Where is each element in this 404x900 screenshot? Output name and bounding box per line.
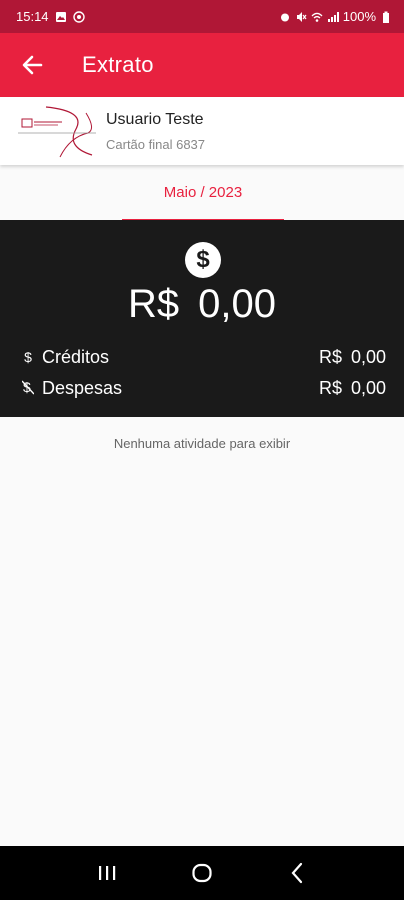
empty-state-message: Nenhuma atividade para exibir	[113, 436, 291, 451]
recent-apps-icon	[99, 866, 116, 880]
card-number: Cartão final 6837	[106, 136, 206, 152]
user-card: Usuario Teste Cartão final 6837	[0, 97, 404, 165]
arrow-left-icon	[22, 55, 43, 75]
balance-summary: $ R$ 0,00 $ Créditos R$ 0,00 $ Despesas …	[0, 220, 404, 417]
status-bar: 15:14 100%	[0, 0, 404, 33]
status-time: 15:14	[16, 9, 49, 24]
dollar-icon: $	[24, 349, 32, 365]
expenses-label: Despesas	[42, 377, 123, 398]
credits-label: Créditos	[42, 346, 110, 367]
mute-icon	[296, 11, 307, 22]
gallery-icon	[55, 11, 66, 22]
chevron-left-icon	[291, 862, 302, 884]
dollar-circle-icon: $	[185, 242, 221, 278]
tab-month[interactable]: Maio / 2023	[122, 175, 284, 221]
page-title: Extrato	[82, 52, 154, 77]
expenses-row: $ Despesas R$ 0,00	[21, 376, 386, 400]
expenses-value: R$ 0,00	[318, 377, 386, 398]
whatsapp-icon	[72, 10, 85, 23]
total-balance: R$ 0,00	[127, 282, 277, 326]
wifi-icon	[311, 12, 323, 22]
battery-level: 100%	[342, 9, 376, 24]
alarm-icon	[280, 13, 289, 21]
dollar-off-icon: $	[21, 379, 35, 398]
credits-row: $ Créditos R$ 0,00	[22, 345, 386, 369]
system-nav-bar	[0, 846, 404, 900]
battery-icon	[383, 11, 389, 23]
credits-value: R$ 0,00	[318, 346, 386, 367]
back-button[interactable]	[0, 33, 64, 97]
home-icon	[192, 863, 212, 883]
user-name: Usuario Teste	[106, 110, 204, 128]
system-back-button[interactable]	[277, 853, 317, 893]
recent-apps-button[interactable]	[87, 853, 127, 893]
home-button[interactable]	[182, 853, 222, 893]
company-logo	[16, 103, 98, 159]
signal-icon	[327, 11, 339, 22]
app-bar: Extrato	[0, 33, 404, 97]
